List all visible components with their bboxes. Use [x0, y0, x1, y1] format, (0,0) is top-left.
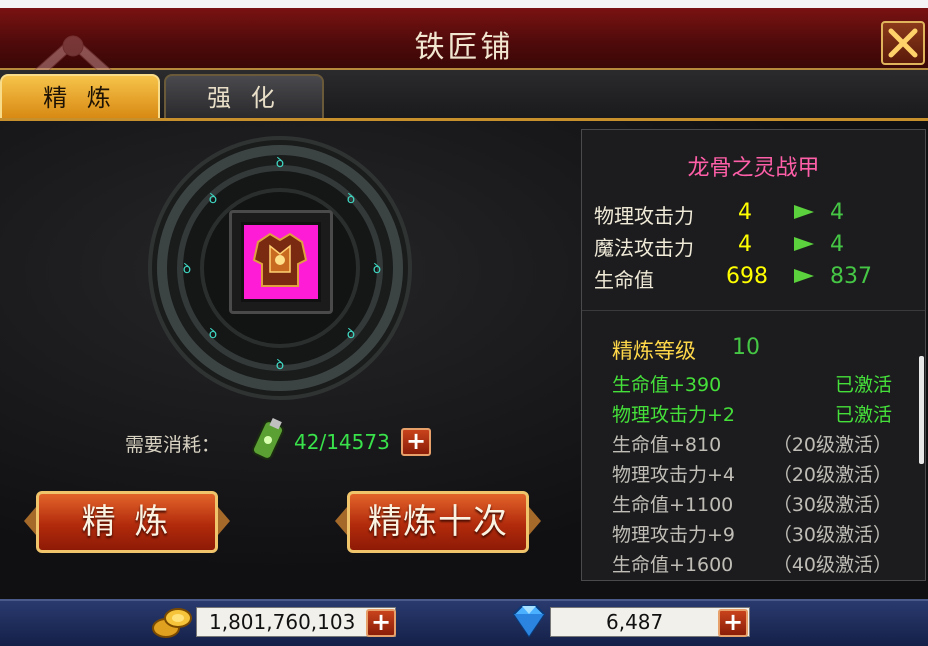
bonus-status: （40级激活） — [772, 554, 892, 576]
plus-icon: + — [405, 427, 427, 455]
stat-comparison: 物理攻击力 4 4 魔法攻击力 4 4 生命值 698 837 — [590, 196, 920, 296]
window-title: 铁匠铺 — [414, 30, 514, 65]
add-material-button[interactable]: + — [401, 428, 431, 456]
stat-row: 生命值 698 837 — [594, 264, 914, 294]
arrow-right-icon — [794, 269, 814, 283]
bonus-status: （20级激活） — [772, 434, 892, 456]
gold-coin-icon — [152, 608, 192, 638]
bonus-label: 生命值+810 — [612, 434, 722, 456]
item-name: 龙骨之灵战甲 — [687, 156, 820, 181]
svg-text:ꝺ: ꝺ — [347, 191, 355, 207]
svg-text:ꝺ: ꝺ — [276, 155, 284, 171]
svg-text:ꝺ: ꝺ — [183, 261, 191, 277]
bonus-row: 物理攻击力+4 （20级激活） — [612, 460, 892, 490]
stat-name: 物理攻击力 — [594, 204, 694, 228]
bonus-label: 物理攻击力+2 — [612, 404, 736, 426]
refine-button[interactable]: 精 炼 — [36, 491, 218, 553]
button-wing-left — [24, 507, 36, 535]
armor-icon — [252, 232, 308, 287]
tab-enhance[interactable]: 强 化 — [164, 74, 324, 118]
stat-next: 4 — [830, 200, 844, 225]
tab-bar: 精 炼 强 化 — [0, 70, 928, 121]
add-diamond-button[interactable]: + — [718, 609, 748, 637]
svg-text:ꝺ: ꝺ — [373, 261, 381, 277]
bonus-status: （30级激活） — [772, 524, 892, 546]
add-gold-button[interactable]: + — [366, 609, 396, 637]
item-info-panel: 龙骨之灵战甲 物理攻击力 4 4 魔法攻击力 4 4 生命值 698 837 精… — [581, 129, 926, 581]
plus-icon: + — [722, 608, 744, 636]
bonus-label: 物理攻击力+4 — [612, 464, 736, 486]
stat-current: 4 — [738, 200, 752, 225]
bonus-row: 物理攻击力+9 （30级激活） — [612, 520, 892, 550]
bonus-label: 生命值+390 — [612, 374, 722, 396]
stat-row: 物理攻击力 4 4 — [594, 200, 914, 230]
bonus-label: 生命值+1100 — [612, 494, 734, 516]
plus-icon: + — [370, 608, 392, 636]
bonus-row: 生命值+390 已激活 — [612, 370, 892, 400]
tab-refine[interactable]: 精 炼 — [0, 74, 160, 118]
bonus-status: 已激活 — [834, 404, 892, 426]
bonus-status: （20级激活） — [772, 464, 892, 486]
refine-stone-icon — [251, 417, 285, 460]
bonus-row: 物理攻击力+2 已激活 — [612, 400, 892, 430]
bonus-row: 生命值+1600 （40级激活） — [612, 550, 892, 580]
stat-next: 837 — [830, 264, 872, 289]
divider — [582, 310, 925, 311]
close-button[interactable] — [881, 21, 925, 65]
arrow-right-icon — [794, 205, 814, 219]
stat-name: 生命值 — [594, 268, 654, 292]
bonus-status: （30级激活） — [772, 494, 892, 516]
cost-label: 需要消耗： — [125, 434, 221, 456]
button-wing-left — [335, 507, 347, 535]
diamond-icon — [512, 605, 546, 638]
svg-text:ꝺ: ꝺ — [209, 326, 217, 342]
stat-name: 魔法攻击力 — [594, 236, 694, 260]
stat-next: 4 — [830, 232, 844, 257]
bonus-label: 物理攻击力+9 — [612, 524, 736, 546]
currency-bar — [0, 599, 928, 646]
stat-current: 4 — [738, 232, 752, 257]
bonus-status: 已激活 — [834, 374, 892, 396]
bonus-scrollbar[interactable] — [919, 356, 924, 464]
stat-row: 魔法攻击力 4 4 — [594, 232, 914, 262]
bonus-label: 生命值+1600 — [612, 554, 734, 576]
svg-text:ꝺ: ꝺ — [276, 357, 284, 373]
window-header: 铁匠铺 — [0, 8, 928, 83]
cost-value: 42/14573 — [294, 430, 390, 454]
stat-current: 698 — [726, 264, 768, 289]
refine-level-label: 精炼等级 — [612, 339, 696, 363]
button-wing-right — [218, 507, 230, 535]
refine-level-value: 10 — [732, 335, 760, 360]
svg-text:ꝺ: ꝺ — [347, 326, 355, 342]
refine-ten-button[interactable]: 精炼十次 — [347, 491, 529, 553]
bonus-row: 生命值+1100 （30级激活） — [612, 490, 892, 520]
close-icon — [888, 28, 918, 58]
arrow-right-icon — [794, 237, 814, 251]
button-wing-right — [529, 507, 541, 535]
bonus-row: 生命值+810 （20级激活） — [612, 430, 892, 460]
svg-text:ꝺ: ꝺ — [209, 191, 217, 207]
